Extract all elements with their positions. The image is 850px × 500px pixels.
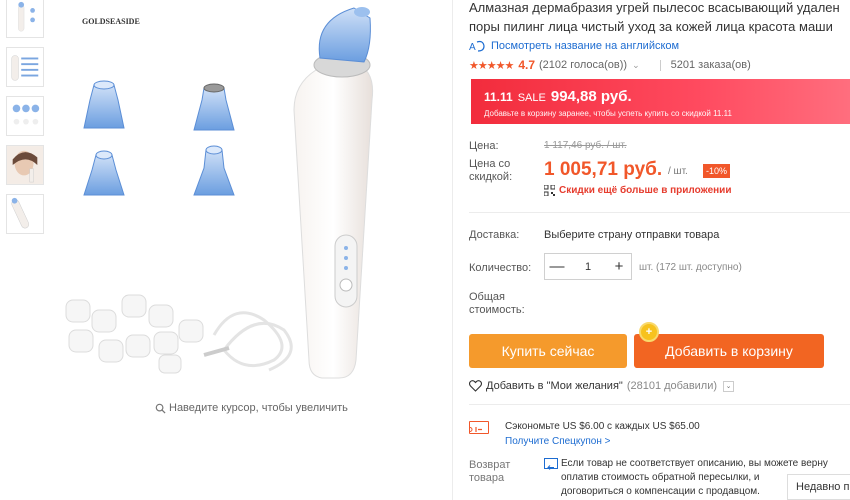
qr-code-icon [544,185,555,196]
rating-row: ★★★★★ 4.7 (2102 голоса(ов)) ⌄ 5201 заказ… [469,58,751,72]
product-title-line-2: поры пилинг лица чистый уход за кожей ли… [469,19,833,34]
product-photo [65,7,374,379]
price-block: Цена: 1 117,46 руб. / шт. Цена со скидко… [469,133,850,213]
returns-label: Возврат товара [469,459,511,484]
quantity-input[interactable]: 1 [569,261,607,273]
translate-link-text[interactable]: Посмотреть название на английском [491,40,679,52]
returns-line-1: Если товар не соответствует описанию, вы… [561,458,828,469]
return-icon [544,458,558,470]
per-unit: / шт. [668,166,688,177]
heart-icon[interactable] [469,380,482,392]
chevron-down-icon[interactable]: ⌄ [632,60,640,71]
thumbnail-2[interactable] [6,47,44,87]
coupon-text: Сэкономьте US $6.00 с каждых US $65.00 [505,421,700,432]
sale-label: SALE [517,92,546,104]
column-divider [452,0,453,500]
quantity-decrease-button[interactable]: — [545,258,569,275]
product-title-line-1: Алмазная дермабразия угрей пылесос всасы… [469,0,840,15]
thumbnail-3[interactable] [6,96,44,136]
thumbnail-strip [6,0,46,243]
sale-date: 11.11 [484,90,513,104]
thumbnail-5[interactable] [6,194,44,234]
translate-link[interactable]: A Посмотреть название на английском [469,39,679,53]
discount-price-label: Цена со скидкой: [469,158,513,183]
total-label: Общая стоимость: [469,291,525,316]
section-divider [469,404,850,405]
buy-now-button[interactable]: Купить сейчас [469,334,627,368]
sale-banner: 11.11 SALE 994,88 руб. Добавьте в корзин… [471,79,850,124]
separator [659,59,661,71]
original-price: 1 117,46 руб. / шт. [544,140,627,151]
coin-icon: + [639,322,659,342]
recently-viewed-tab[interactable]: Недавно п [787,474,850,500]
shipping-label: Доставка: [469,229,520,241]
discount-badge: -10% [703,164,731,178]
thumbnail-1[interactable] [6,0,44,38]
product-title: Алмазная дермабразия угрей пылесос всасы… [469,0,850,36]
wishlist-text[interactable]: Добавить в "Мои желания" [486,380,623,392]
add-to-cart-button[interactable]: Добавить в корзину [634,334,824,368]
orders-count: 5201 заказа(ов) [670,59,751,71]
svg-text:A: A [469,42,476,53]
app-promo-text[interactable]: Скидки ещё больше в приложении [559,185,731,196]
main-product-image[interactable]: GOLDSEASIDE [54,0,394,385]
sale-price: 994,88 руб. [550,88,632,105]
quantity-increase-button[interactable]: + [607,258,631,275]
quantity-stepper: — 1 + [544,253,632,280]
translate-icon: A [469,40,485,53]
quantity-available: шт. (172 шт. доступно) [639,262,742,273]
price-label: Цена: [469,140,499,152]
quantity-label: Количество: [469,262,532,274]
magnifier-icon [155,403,166,414]
app-promo[interactable]: Скидки ещё больше в приложении [544,185,731,196]
brand-logo: GOLDSEASIDE [82,17,140,26]
coupon-icon [467,421,489,434]
sale-note: Добавьте в корзину заранее, чтобы успеть… [484,109,732,118]
votes-count[interactable]: (2102 голоса(ов)) [539,59,627,71]
zoom-hint: Наведите курсор, чтобы увеличить [155,402,348,414]
zoom-hint-text: Наведите курсор, чтобы увеличить [169,402,348,414]
wishlist-row[interactable]: Добавить в "Мои желания" (28101 добавили… [469,380,735,392]
chevron-down-icon[interactable]: ⌄ [723,380,735,392]
rating-value: 4.7 [518,58,535,72]
shipping-value[interactable]: Выберите страну отправки товара [544,229,719,241]
discount-price: 1 005,71 руб. [544,159,663,180]
coupon-link[interactable]: Получите Спецкупон > [505,436,611,447]
wishlist-count: (28101 добавили) [626,380,718,392]
thumbnail-4[interactable] [6,145,44,185]
star-rating-icon: ★★★★★ [469,59,514,72]
